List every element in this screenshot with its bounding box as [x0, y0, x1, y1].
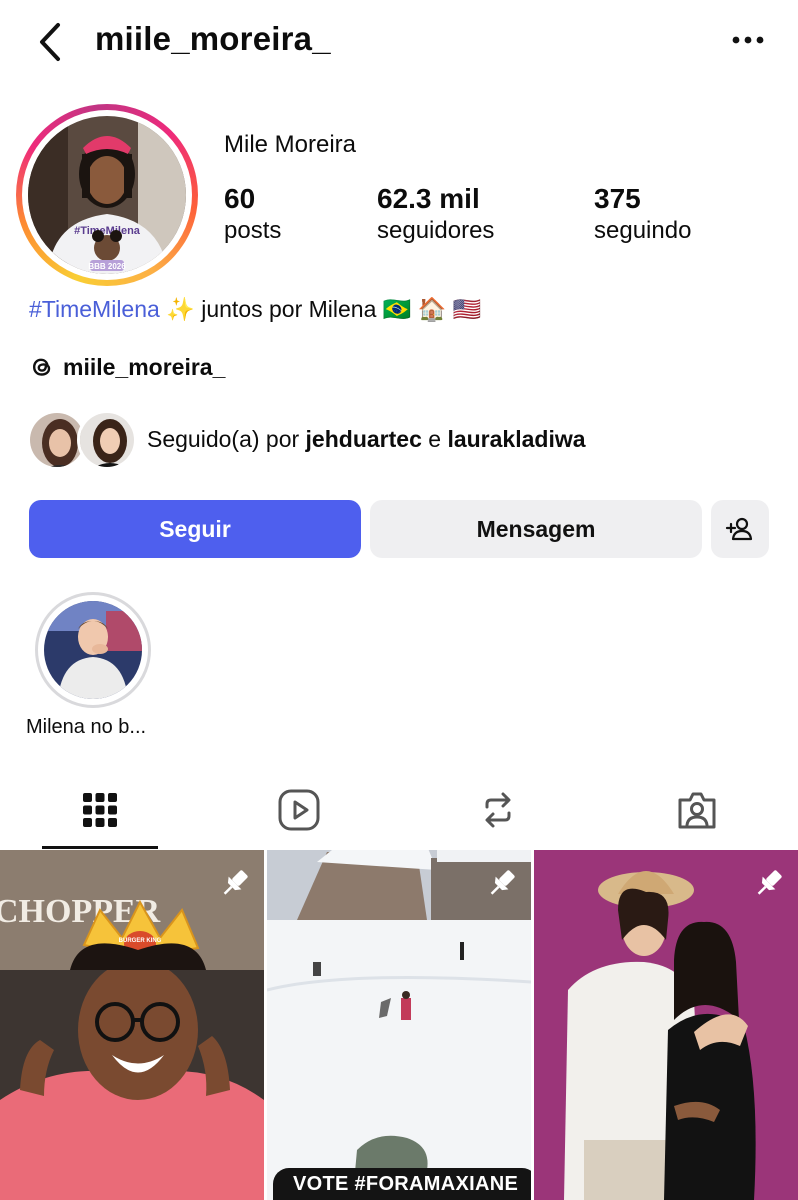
followed-by-text: Seguido(a) por jehduartec e laurakladiwa: [147, 426, 586, 453]
follower-avatar-2: [77, 410, 137, 470]
mutual-follower-2[interactable]: laurakladiwa: [447, 426, 585, 452]
highlight-label: Milena no b...: [26, 716, 147, 738]
tab-reels[interactable]: [199, 770, 398, 850]
story-ring[interactable]: #TimeMilena BBB 2026: [16, 104, 198, 286]
post-thumbnail[interactable]: [534, 850, 798, 1200]
tab-tagged[interactable]: [597, 770, 796, 850]
reels-icon: [278, 789, 319, 831]
following-count[interactable]: 375 seguindo: [594, 182, 691, 246]
following-count-value: 375: [594, 183, 641, 214]
profile-tabs: [0, 770, 798, 850]
tab-grid[interactable]: [0, 770, 199, 850]
bio-text: ✨ juntos por Milena 🇧🇷 🏠 🇺🇸: [166, 296, 482, 322]
posts-count-value: 60: [224, 183, 256, 214]
mutual-follower-1[interactable]: jehduartec: [306, 426, 422, 452]
pinned-icon: [223, 870, 248, 895]
profile-avatar[interactable]: #TimeMilena BBB 2026: [28, 116, 186, 274]
post-thumbnail[interactable]: VOTE #FORAMAXIANE: [267, 850, 531, 1200]
highlight-ring: [35, 592, 151, 708]
posts-count-label: posts: [224, 217, 282, 244]
profile-full-name: Mile Moreira: [224, 131, 357, 158]
post-crown-text: BURGER KING: [119, 938, 162, 944]
threads-icon: [32, 358, 51, 376]
post-thumbnail[interactable]: CHOPPER BURGER KING: [0, 850, 264, 1200]
tab-reposts[interactable]: [398, 770, 597, 850]
avatar-badge-text: BBB 2026: [88, 262, 126, 271]
top-bar: miile_moreira_: [0, 0, 798, 84]
post-overlay-text: VOTE #FORAMAXIANE: [273, 1168, 531, 1200]
grid-icon: [82, 793, 117, 827]
followers-count[interactable]: 62.3 mil seguidores: [377, 182, 494, 246]
followers-count-value: 62.3 mil: [377, 183, 480, 214]
active-tab-indicator: [42, 846, 158, 849]
add-person-icon: [725, 517, 753, 541]
pinned-icon: [490, 870, 515, 895]
bio-hashtag-link[interactable]: #TimeMilena: [29, 296, 160, 322]
repost-icon: [485, 792, 510, 828]
profile-username-title: miile_moreira_: [95, 20, 331, 57]
follow-button[interactable]: Seguir: [29, 500, 361, 558]
following-count-label: seguindo: [594, 217, 692, 244]
threads-link[interactable]: miile_moreira_: [29, 350, 225, 384]
followed-by-row[interactable]: Seguido(a) por jehduartec e laurakladiwa: [27, 410, 787, 472]
profile-bio: #TimeMilena ✨ juntos por Milena 🇧🇷 🏠 🇺🇸: [29, 296, 481, 323]
pinned-icon: [757, 870, 782, 895]
highlight-cover: [44, 601, 142, 699]
posts-count[interactable]: 60 posts: [224, 182, 281, 246]
followed-by-conj: e: [428, 426, 442, 452]
followers-count-label: seguidores: [377, 217, 495, 244]
followed-by-prefix: Seguido(a) por: [147, 426, 300, 452]
more-options-icon[interactable]: [728, 28, 768, 52]
posts-grid: CHOPPER BURGER KING VOTE #FORAMAXIANE: [0, 850, 798, 1200]
message-button[interactable]: Mensagem: [370, 500, 702, 558]
back-arrow-icon[interactable]: [34, 20, 74, 64]
tagged-icon: [678, 792, 715, 829]
threads-handle: miile_moreira_: [63, 353, 226, 380]
suggested-people-button[interactable]: [711, 500, 769, 558]
